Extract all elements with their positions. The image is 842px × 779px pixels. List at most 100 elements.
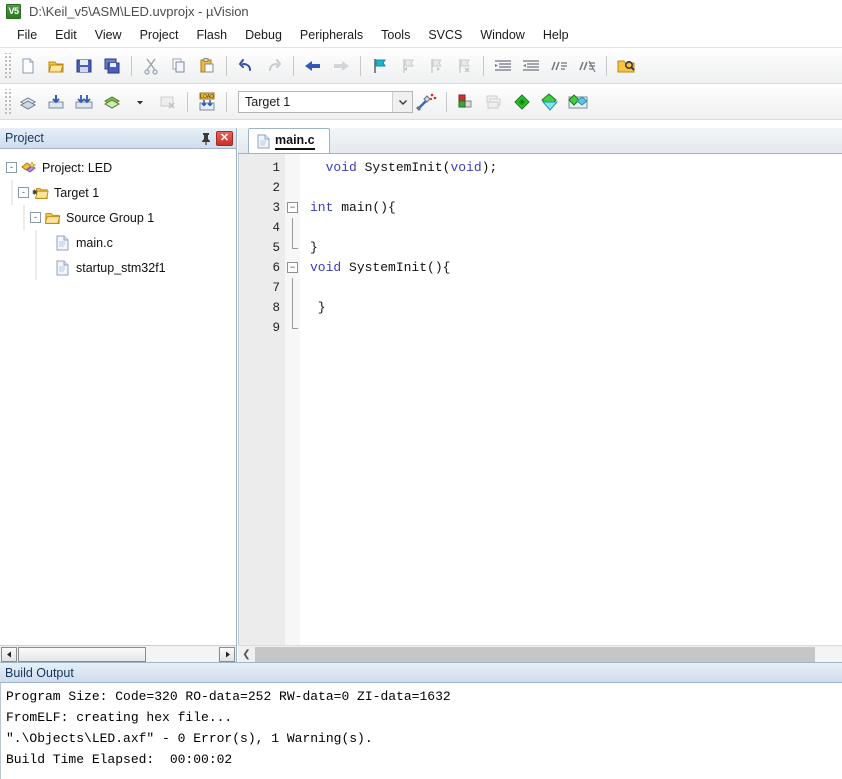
build-button[interactable] xyxy=(43,89,69,115)
copy-button[interactable] xyxy=(166,53,192,79)
code-text[interactable]: void SystemInit(void); int main(){ } voi… xyxy=(300,154,842,645)
forward-button[interactable] xyxy=(328,53,354,79)
paste-button[interactable] xyxy=(194,53,220,79)
scroll-left-icon[interactable]: ❮ xyxy=(238,647,255,662)
pin-icon[interactable] xyxy=(198,130,214,146)
toggle-bookmark-button[interactable] xyxy=(367,53,393,79)
translate-button[interactable] xyxy=(15,89,41,115)
project-panel: Project ✕ - Project: LED - Target 1 - So… xyxy=(0,128,237,662)
menu-tools[interactable]: Tools xyxy=(372,25,419,45)
project-horizontal-scrollbar[interactable] xyxy=(0,645,236,662)
code-folding-column[interactable]: − − xyxy=(285,154,300,645)
rebuild-button[interactable] xyxy=(71,89,97,115)
build-output-line: ".\Objects\LED.axf" - 0 Error(s), 1 Warn… xyxy=(6,731,373,746)
scroll-thumb[interactable] xyxy=(18,646,146,662)
fold-collapse-icon[interactable]: − xyxy=(287,262,298,273)
comment-button[interactable] xyxy=(546,53,572,79)
logo-text: V5 xyxy=(8,5,19,16)
toolbar-separator xyxy=(226,55,227,76)
fold-row xyxy=(285,238,300,258)
redo-button[interactable] xyxy=(261,53,287,79)
fold-row xyxy=(285,318,300,338)
line-number: 5 xyxy=(272,241,280,255)
previous-bookmark-button[interactable] xyxy=(395,53,421,79)
manage-project-items-button[interactable] xyxy=(453,89,479,115)
manage-rte-button[interactable] xyxy=(537,89,563,115)
menu-view[interactable]: View xyxy=(86,25,131,45)
build-output-panel: Build Output Program Size: Code=320 RO-d… xyxy=(0,662,842,779)
manage-multi-project-button[interactable] xyxy=(481,89,507,115)
target-select[interactable]: Target 1 xyxy=(238,90,413,113)
menu-svcs[interactable]: SVCS xyxy=(419,25,471,45)
uncomment-button[interactable] xyxy=(574,53,600,79)
code-line: } xyxy=(310,240,318,255)
workspace: Project ✕ - Project: LED - Target 1 - So… xyxy=(0,128,842,662)
code-editor[interactable]: 1 2 3 4 5 6 7 8 9 − − void SystemInit(vo… xyxy=(238,154,842,645)
toolbar-grip[interactable] xyxy=(3,88,11,115)
tree-node-file-main[interactable]: main.c xyxy=(6,230,236,255)
tree-node-target[interactable]: - Target 1 xyxy=(6,180,236,205)
cut-button[interactable] xyxy=(138,53,164,79)
new-file-button[interactable] xyxy=(15,53,41,79)
scroll-track[interactable] xyxy=(18,646,218,662)
scroll-track[interactable] xyxy=(255,646,842,662)
toolbar-grip[interactable] xyxy=(3,52,11,79)
tab-main-c[interactable]: main.c xyxy=(248,128,330,153)
line-number: 8 xyxy=(272,301,280,315)
scroll-thumb[interactable] xyxy=(255,646,815,662)
expander-icon[interactable]: - xyxy=(6,162,17,173)
save-all-button[interactable] xyxy=(99,53,125,79)
menu-window[interactable]: Window xyxy=(471,25,533,45)
toolbar-separator xyxy=(446,91,447,112)
fold-row[interactable]: − xyxy=(285,258,300,278)
build-output-text[interactable]: Program Size: Code=320 RO-data=252 RW-da… xyxy=(0,683,842,779)
tree-guide xyxy=(30,255,42,280)
build-toolbar: LOAD Target 1 xyxy=(0,84,842,120)
close-icon[interactable]: ✕ xyxy=(216,130,233,146)
fold-row[interactable]: − xyxy=(285,198,300,218)
save-button[interactable] xyxy=(71,53,97,79)
expander-icon[interactable]: - xyxy=(18,187,29,198)
scroll-left-icon[interactable] xyxy=(1,646,17,662)
fold-row xyxy=(285,278,300,298)
back-button[interactable] xyxy=(300,53,326,79)
batch-build-dropdown[interactable] xyxy=(127,89,153,115)
select-software-packs-button[interactable] xyxy=(565,89,591,115)
menu-help[interactable]: Help xyxy=(534,25,578,45)
pack-installer-button[interactable] xyxy=(509,89,535,115)
editor-horizontal-scrollbar[interactable]: ❮ xyxy=(238,645,842,662)
undo-button[interactable] xyxy=(233,53,259,79)
fold-collapse-icon[interactable]: − xyxy=(287,202,298,213)
tree-node-project[interactable]: - Project: LED xyxy=(6,155,236,180)
line-number: 9 xyxy=(272,321,280,335)
clear-bookmarks-button[interactable] xyxy=(451,53,477,79)
menu-flash[interactable]: Flash xyxy=(187,25,236,45)
fold-line xyxy=(292,218,293,238)
menu-edit[interactable]: Edit xyxy=(46,25,86,45)
menu-peripherals[interactable]: Peripherals xyxy=(291,25,372,45)
tree-node-file-startup[interactable]: startup_stm32f1 xyxy=(6,255,236,280)
tree-node-source-group[interactable]: - Source Group 1 xyxy=(6,205,236,230)
menu-project[interactable]: Project xyxy=(131,25,188,45)
expander-icon[interactable]: - xyxy=(30,212,41,223)
editor-tab-strip: main.c xyxy=(238,128,842,154)
line-number: 6 xyxy=(272,261,280,275)
menu-file[interactable]: File xyxy=(8,25,46,45)
outdent-button[interactable] xyxy=(518,53,544,79)
tree-node-label: Project: LED xyxy=(42,160,113,175)
batch-build-button[interactable] xyxy=(99,89,125,115)
indent-button[interactable] xyxy=(490,53,516,79)
find-in-files-button[interactable] xyxy=(613,53,639,79)
scroll-right-icon[interactable] xyxy=(219,646,235,662)
chevron-down-icon[interactable] xyxy=(392,91,412,112)
open-file-button[interactable] xyxy=(43,53,69,79)
next-bookmark-button[interactable] xyxy=(423,53,449,79)
target-options-button[interactable] xyxy=(414,89,440,115)
menu-debug[interactable]: Debug xyxy=(236,25,291,45)
build-output-title: Build Output xyxy=(5,665,74,680)
load-to-flash-button[interactable]: LOAD xyxy=(194,89,220,115)
stop-build-button[interactable] xyxy=(155,89,181,115)
